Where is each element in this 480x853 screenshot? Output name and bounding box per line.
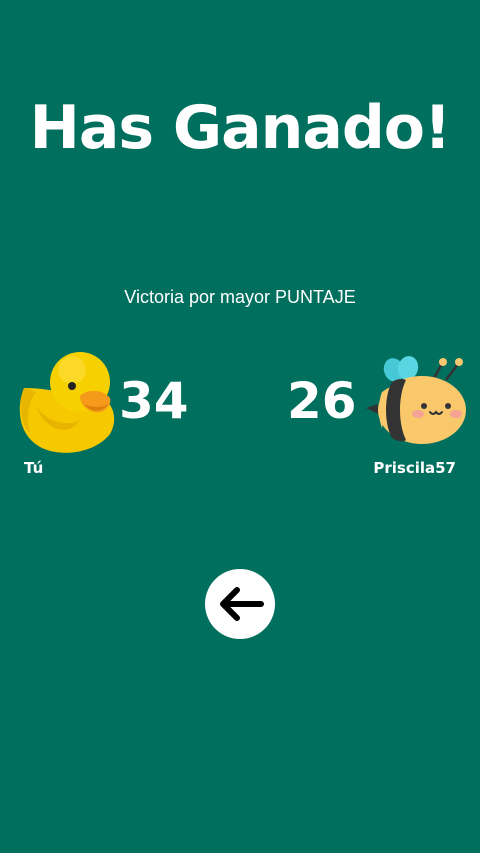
- player-you-name: Tú: [24, 459, 44, 477]
- player-you-avatar: [14, 348, 118, 454]
- result-title: Has Ganado!: [29, 93, 452, 163]
- arrow-left-icon: [220, 587, 264, 621]
- back-button[interactable]: [205, 569, 275, 639]
- duck-icon: [19, 352, 115, 453]
- bee-icon: [366, 356, 466, 444]
- player-opponent-name: Priscila57: [373, 459, 456, 477]
- player-opponent-avatar: [362, 354, 470, 450]
- victory-reason: Victoria por mayor PUNTAJE: [124, 287, 356, 307]
- player-you-score: 34: [119, 372, 189, 430]
- player-opponent-score: 26: [287, 372, 357, 430]
